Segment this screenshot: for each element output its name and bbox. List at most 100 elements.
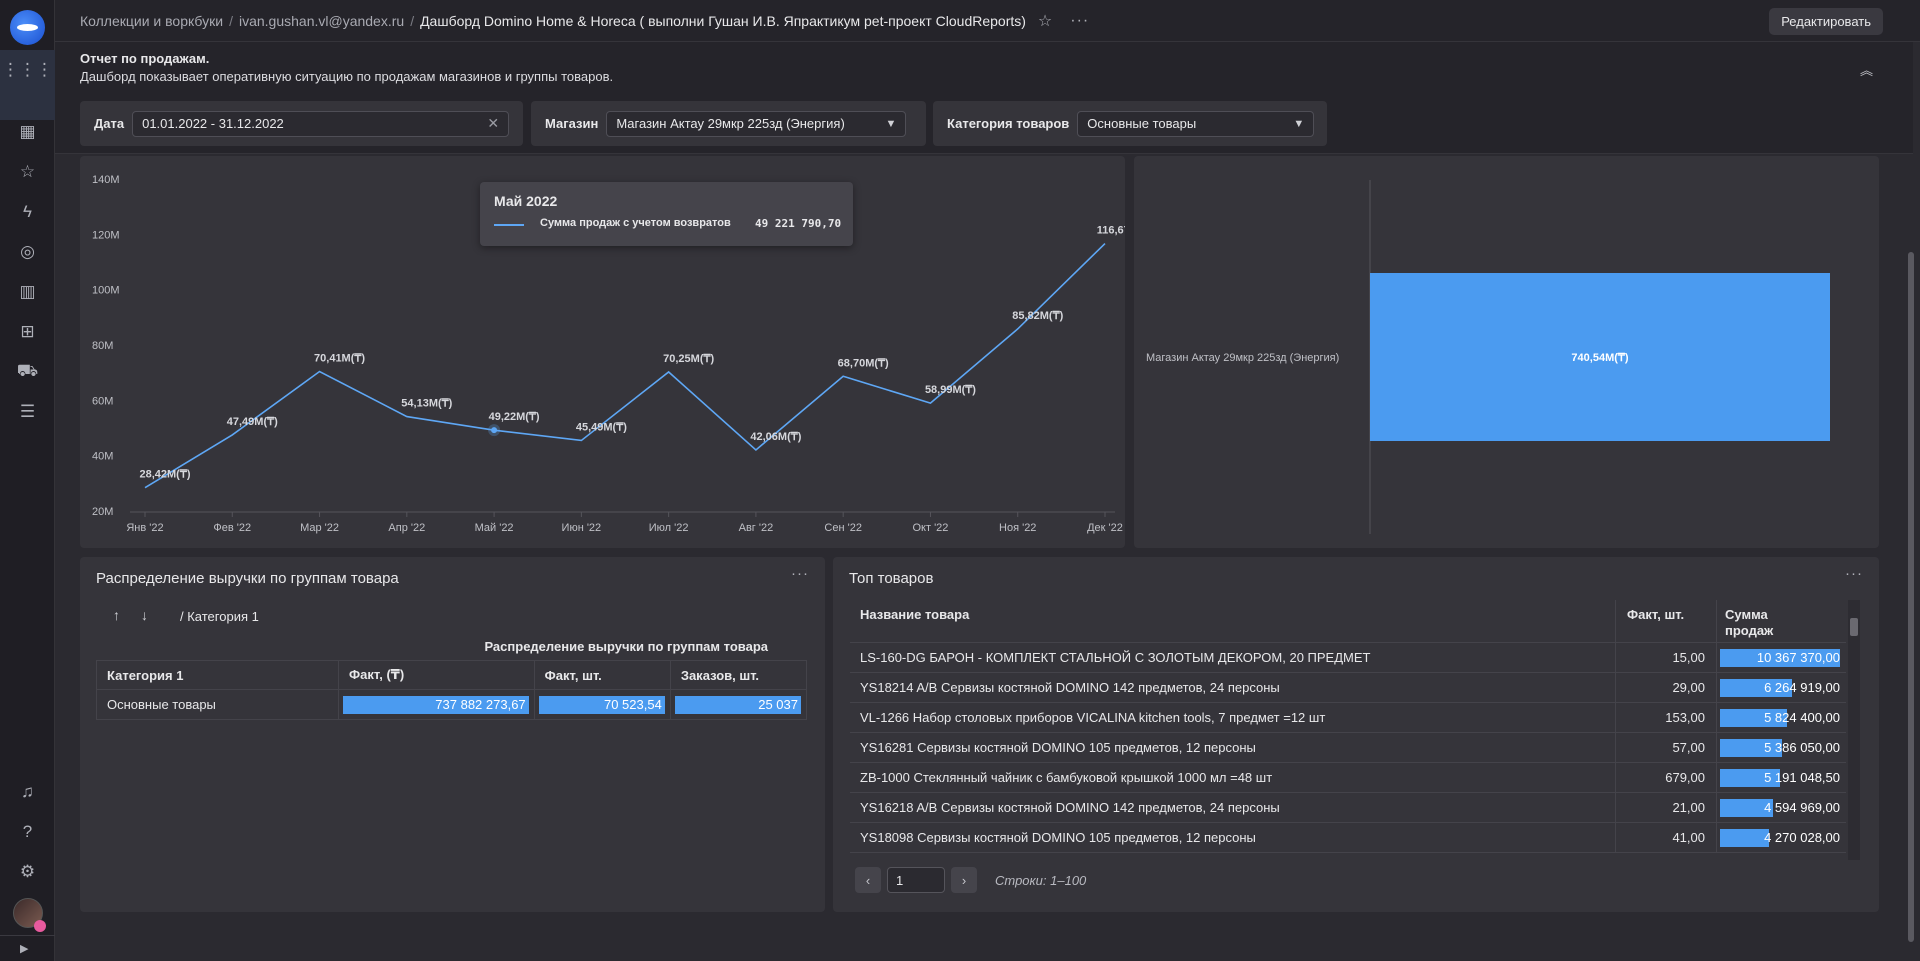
category-value: Основные товары <box>1087 116 1197 131</box>
product-sum: 5 386 050,00 <box>1764 740 1840 755</box>
dashboard-icon[interactable]: ▦ <box>0 115 55 149</box>
column-header[interactable]: Категория 1 <box>95 660 340 690</box>
more-icon[interactable]: ··· <box>791 565 809 582</box>
more-icon[interactable]: ··· <box>1070 12 1089 30</box>
table-row[interactable]: VL-1266 Набор столовых приборов VICALINA… <box>850 703 1846 733</box>
product-sum: 5 824 400,00 <box>1764 710 1840 725</box>
product-qty: 21,00 <box>1672 800 1705 815</box>
table-fade <box>850 853 1846 860</box>
y-tick-label: 40M <box>92 451 113 463</box>
tooltip-value: 49 221 790,70 <box>755 217 842 230</box>
product-sum-cell: 6 264 919,00 <box>1720 679 1842 697</box>
table-scroll-thumb[interactable] <box>1850 618 1858 636</box>
chart-tooltip: Май 2022 Сумма продаж с учетом возвратов… <box>480 182 853 246</box>
date-input[interactable]: 01.01.2022 - 31.12.2022 ✕ <box>132 110 510 137</box>
prev-page-button[interactable]: ‹ <box>855 867 881 893</box>
star-icon[interactable]: ☆ <box>0 155 55 189</box>
expand-rail-icon[interactable]: ▶ <box>20 942 28 955</box>
next-page-button[interactable]: › <box>951 867 977 893</box>
table-row[interactable]: YS18214 A/B Сервизы костяной DOMINO 142 … <box>850 673 1846 703</box>
drill-breadcrumb[interactable]: / Категория 1 <box>180 609 259 624</box>
column-header[interactable]: Название товара <box>860 607 969 622</box>
page-scroll-thumb[interactable] <box>1908 252 1914 942</box>
favorite-star-icon[interactable]: ☆ <box>1038 11 1052 31</box>
table-icon[interactable]: ⊞ <box>0 315 55 349</box>
x-tick-label: Мар '22 <box>300 522 339 534</box>
product-sum-cell: 5 824 400,00 <box>1720 709 1842 727</box>
close-icon[interactable]: ✕ <box>487 115 499 132</box>
table-row[interactable]: ZB-1000 Стеклянный чайник с бамбуковой к… <box>850 763 1846 793</box>
distribution-title: Распределение выручки по группам товара <box>96 570 399 587</box>
product-qty: 153,00 <box>1665 710 1705 725</box>
table-row[interactable]: YS16218 A/B Сервизы костяной DOMINO 142 … <box>850 793 1846 823</box>
product-sum: 10 367 370,00 <box>1756 650 1840 665</box>
more-icon[interactable]: ··· <box>1845 565 1863 582</box>
data-label: 740,54М(₸) <box>1571 352 1628 364</box>
y-tick-label: 140M <box>92 174 120 186</box>
table-row[interactable]: YS18098 Сервизы костяной DOMINO 105 пред… <box>850 823 1846 853</box>
description-title: Отчет по продажам. <box>80 51 210 66</box>
tooltip-series-name: Сумма продаж с учетом возвратов <box>540 217 731 229</box>
hover-point[interactable] <box>491 427 498 434</box>
column-divider <box>1716 600 1717 860</box>
column-header[interactable]: Факт, (₸) <box>338 660 535 690</box>
breadcrumb-user[interactable]: ivan.gushan.vl@yandex.ru <box>239 13 404 29</box>
x-tick-label: Дек '22 <box>1087 522 1123 534</box>
bar-fill <box>1720 829 1770 847</box>
sort-down-icon[interactable]: ↓ <box>141 607 148 623</box>
data-label: 70,25М(₸) <box>663 353 714 365</box>
data-label: 85,82М(₸) <box>1012 310 1063 322</box>
edit-button[interactable]: Редактировать <box>1769 8 1883 35</box>
page-input[interactable]: 1 <box>887 867 945 893</box>
breadcrumb-separator: / <box>410 12 415 29</box>
y-tick-label: 80M <box>92 340 113 352</box>
product-sum: 4 270 028,00 <box>1764 830 1840 845</box>
avatar-badge <box>34 920 46 932</box>
bell-icon[interactable]: ♫ <box>0 775 55 809</box>
breadcrumb-collections[interactable]: Коллекции и воркбуки <box>80 13 223 29</box>
chevron-down-icon: ▼ <box>885 117 897 130</box>
x-tick-label: Авг '22 <box>739 522 774 534</box>
product-name: YS18098 Сервизы костяной DOMINO 105 пред… <box>860 830 1256 845</box>
data-label: 45,49М(₸) <box>576 421 627 433</box>
data-label: 42,06М(₸) <box>750 431 801 443</box>
fact-money-value: 737 882 273,67 <box>435 697 526 712</box>
column-header[interactable]: Заказов, шт. <box>669 660 808 690</box>
collapse-icon[interactable]: ︽ <box>1860 60 1873 79</box>
product-qty: 41,00 <box>1672 830 1705 845</box>
product-name: YS18214 A/B Сервизы костяной DOMINO 142 … <box>860 680 1280 695</box>
date-filter-label: Дата <box>94 116 125 131</box>
settings-sliders-icon[interactable]: ☰ <box>0 395 55 429</box>
logo-icon[interactable] <box>10 10 45 45</box>
category-cell: Основные товары <box>95 689 340 720</box>
breadcrumb-dashboard: Дашборд Domino Home & Horeca ( выполни Г… <box>420 12 1026 29</box>
x-tick-label: Фев '22 <box>213 522 251 534</box>
category-select[interactable]: Основные товары ▼ <box>1077 110 1315 137</box>
column-header[interactable]: Факт, шт. <box>1627 607 1684 622</box>
top-products-table: Название товара Факт, шт. Сумма продаж L… <box>850 600 1846 860</box>
chart-icon[interactable]: ▥ <box>0 275 55 309</box>
column-header[interactable]: Сумма продаж <box>1725 607 1805 639</box>
table-row[interactable]: Основные товары 737 882 273,67 70 523,54… <box>95 689 808 720</box>
product-sum: 6 264 919,00 <box>1764 680 1840 695</box>
date-filter: Дата 01.01.2022 - 31.12.2022 ✕ <box>80 101 523 146</box>
product-sum-cell: 10 367 370,00 <box>1720 649 1842 667</box>
category-label: Магазин Актау 29мкр 225зд (Энергия) <box>1146 352 1339 364</box>
table-row[interactable]: LS-160-DG БАРОН - КОМПЛЕКТ СТАЛЬНОЙ С ЗО… <box>850 643 1846 673</box>
help-icon[interactable]: ? <box>0 815 55 849</box>
cart-icon[interactable]: ⛟ <box>0 355 55 389</box>
x-tick-label: Апр '22 <box>388 522 425 534</box>
connections-icon[interactable]: ◎ <box>0 235 55 269</box>
column-header[interactable]: Факт, шт. <box>533 660 671 690</box>
sort-up-icon[interactable]: ↑ <box>113 607 120 623</box>
rows-range: Строки: 1–100 <box>995 872 1087 888</box>
data-label: 68,70М(₸) <box>838 357 889 369</box>
bolt-icon[interactable]: ϟ <box>0 195 55 229</box>
grid-icon[interactable]: ⋮⋮⋮ <box>0 53 55 87</box>
product-sum-cell: 4 270 028,00 <box>1720 829 1842 847</box>
store-select[interactable]: Магазин Актау 29мкр 225зд (Энергия) ▼ <box>606 110 907 137</box>
table-row[interactable]: YS16281 Сервизы костяной DOMINO 105 пред… <box>850 733 1846 763</box>
gear-icon[interactable]: ⚙ <box>0 855 55 889</box>
x-tick-label: Июн '22 <box>562 522 602 534</box>
table-scrollbar[interactable] <box>1848 600 1860 860</box>
